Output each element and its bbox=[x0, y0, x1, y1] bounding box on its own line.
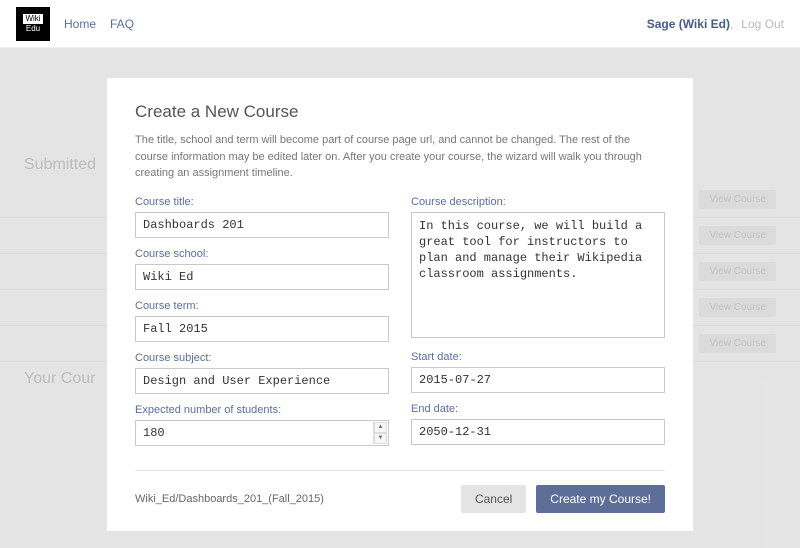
field-expected-students: Expected number of students: ▲ ▼ bbox=[135, 404, 389, 446]
input-course-term[interactable] bbox=[135, 316, 389, 342]
input-course-title[interactable] bbox=[135, 212, 389, 238]
label-course-term: Course term: bbox=[135, 300, 389, 312]
logout-link[interactable]: Log Out bbox=[741, 17, 784, 31]
step-down-icon[interactable]: ▼ bbox=[374, 433, 387, 444]
label-course-school: Course school: bbox=[135, 248, 389, 260]
label-start-date: Start date: bbox=[411, 351, 665, 363]
number-stepper[interactable]: ▲ ▼ bbox=[373, 422, 387, 444]
nav-home[interactable]: Home bbox=[64, 17, 96, 31]
field-start-date: Start date: bbox=[411, 351, 665, 393]
field-course-school: Course school: bbox=[135, 248, 389, 290]
input-course-subject[interactable] bbox=[135, 368, 389, 394]
form-grid: Course title: Course school: Course term… bbox=[135, 196, 665, 456]
topbar-left: Wiki Edu Home FAQ bbox=[16, 7, 134, 41]
input-course-description[interactable]: In this course, we will build a great to… bbox=[411, 212, 665, 338]
label-end-date: End date: bbox=[411, 403, 665, 415]
form-left-col: Course title: Course school: Course term… bbox=[135, 196, 389, 456]
label-course-description: Course description: bbox=[411, 196, 665, 208]
modal-subtitle: The title, school and term will become p… bbox=[135, 132, 665, 182]
field-course-title: Course title: bbox=[135, 196, 389, 238]
footer-buttons: Cancel Create my Course! bbox=[461, 485, 665, 513]
top-bar: Wiki Edu Home FAQ Sage (Wiki Ed), Log Ou… bbox=[0, 0, 800, 48]
input-start-date[interactable] bbox=[411, 367, 665, 393]
form-right-col: Course description: In this course, we w… bbox=[411, 196, 665, 456]
create-course-modal: Create a New Course The title, school an… bbox=[107, 78, 693, 531]
course-slug: Wiki_Ed/Dashboards_201_(Fall_2015) bbox=[135, 493, 324, 505]
modal-title: Create a New Course bbox=[135, 102, 665, 122]
wiki-edu-logo[interactable]: Wiki Edu bbox=[16, 7, 50, 41]
topbar-right: Sage (Wiki Ed), Log Out bbox=[647, 17, 784, 31]
label-course-title: Course title: bbox=[135, 196, 389, 208]
logo-top: Wiki bbox=[23, 14, 42, 24]
field-course-description: Course description: In this course, we w… bbox=[411, 196, 665, 341]
field-course-term: Course term: bbox=[135, 300, 389, 342]
label-expected-students: Expected number of students: bbox=[135, 404, 389, 416]
cancel-button[interactable]: Cancel bbox=[461, 485, 526, 513]
field-end-date: End date: bbox=[411, 403, 665, 445]
nav-faq[interactable]: FAQ bbox=[110, 17, 134, 31]
modal-overlay: Create a New Course The title, school an… bbox=[0, 48, 800, 548]
current-user[interactable]: Sage (Wiki Ed), bbox=[647, 17, 734, 31]
input-expected-students[interactable] bbox=[135, 420, 389, 446]
field-course-subject: Course subject: bbox=[135, 352, 389, 394]
logo-bot: Edu bbox=[26, 25, 40, 33]
modal-footer: Wiki_Ed/Dashboards_201_(Fall_2015) Cance… bbox=[135, 470, 665, 513]
label-course-subject: Course subject: bbox=[135, 352, 389, 364]
input-course-school[interactable] bbox=[135, 264, 389, 290]
step-up-icon[interactable]: ▲ bbox=[374, 422, 387, 433]
input-end-date[interactable] bbox=[411, 419, 665, 445]
create-course-button[interactable]: Create my Course! bbox=[536, 485, 665, 513]
